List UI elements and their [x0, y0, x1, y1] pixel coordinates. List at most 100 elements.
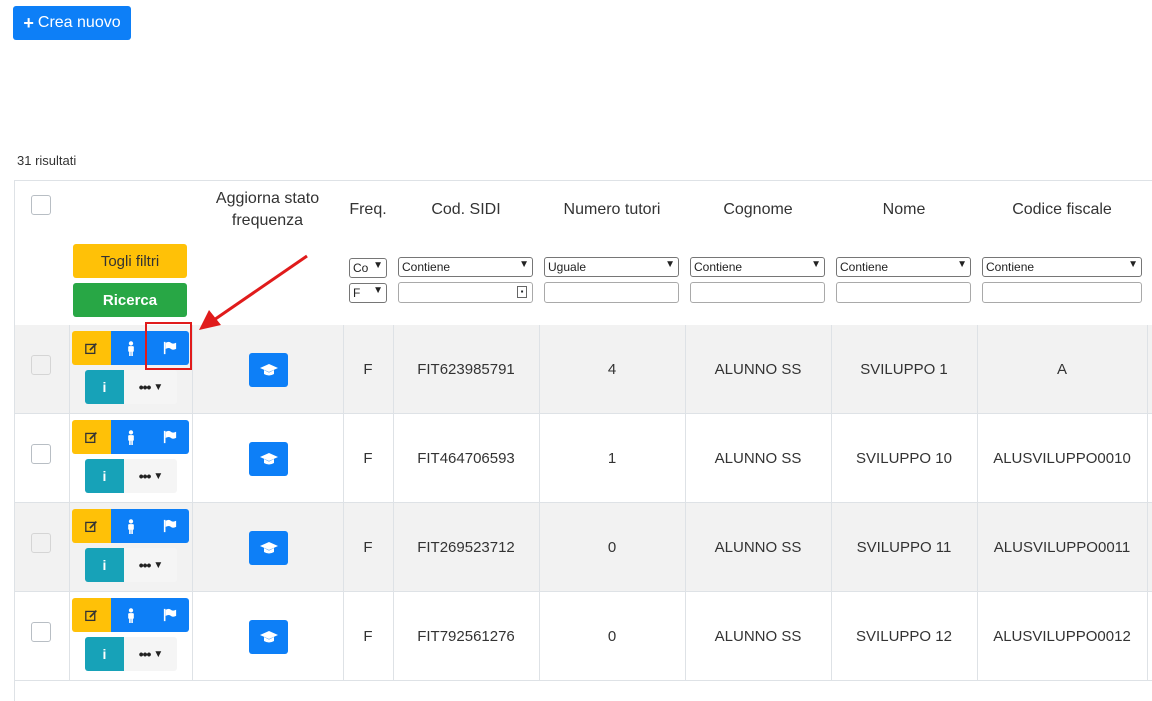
edit-button[interactable] — [72, 420, 111, 454]
update-attendance-button[interactable] — [249, 531, 288, 565]
row-checkbox[interactable] — [31, 533, 51, 553]
create-new-label: Crea nuovo — [37, 14, 121, 31]
student-detail-button[interactable] — [111, 509, 150, 543]
header-freq[interactable]: Freq. — [343, 181, 393, 239]
cell-cognome: ALUNNO SS — [714, 360, 802, 378]
more-actions-dropdown[interactable]: ••• ▼ — [124, 548, 177, 582]
cell-codice-fiscale: ALUSVILUPPO0011 — [993, 538, 1131, 556]
clear-filters-button[interactable]: Togli filtri — [73, 244, 187, 278]
cell-nome: SVILUPPO 12 — [856, 627, 952, 645]
flag-button[interactable] — [150, 598, 189, 632]
edit-button[interactable] — [72, 331, 111, 365]
cell-numero-tutori: 0 — [607, 538, 617, 556]
cell-nome: SVILUPPO 10 — [856, 449, 952, 467]
caret-down-icon: ▼ — [153, 381, 163, 393]
update-attendance-button[interactable] — [249, 353, 288, 387]
cf-operator-value: Contiene — [986, 260, 1035, 274]
graduation-cap-icon — [259, 631, 278, 643]
row-checkbox[interactable] — [31, 355, 51, 375]
cf-operator-select[interactable]: Contiene ▼ — [982, 257, 1142, 277]
flag-button[interactable] — [150, 509, 189, 543]
select-all-checkbox[interactable] — [31, 195, 51, 215]
more-icon: ••• — [138, 646, 152, 662]
cf-filter-input[interactable] — [982, 282, 1142, 303]
flag-icon — [163, 608, 176, 622]
person-icon — [127, 607, 134, 623]
flag-icon — [163, 519, 176, 533]
cognome-filter-input[interactable] — [690, 282, 825, 303]
contact-card-icon[interactable]: ▪ — [517, 286, 527, 298]
edit-button[interactable] — [72, 509, 111, 543]
tutori-operator-select[interactable]: Uguale ▼ — [544, 257, 679, 277]
graduation-cap-icon — [259, 364, 278, 376]
more-actions-dropdown[interactable]: ••• ▼ — [124, 637, 177, 671]
info-icon: i — [102, 646, 107, 662]
update-attendance-button[interactable] — [249, 442, 288, 476]
header-numero-tutori[interactable]: Numero tutori — [539, 181, 685, 239]
freq-operator-select[interactable]: Co ▼ — [349, 258, 387, 278]
cell-cod-sidi: FIT623985791 — [417, 360, 515, 378]
nome-filter-input[interactable] — [836, 282, 971, 303]
nome-operator-select[interactable]: Contiene ▼ — [836, 257, 971, 277]
annotation-highlight-box — [145, 322, 192, 370]
flag-button[interactable] — [150, 420, 189, 454]
more-icon: ••• — [138, 379, 152, 395]
info-button[interactable]: i — [85, 548, 124, 582]
header-cod-sidi[interactable]: Cod. SIDI — [393, 181, 539, 239]
sidi-operator-value: Contiene — [402, 260, 451, 274]
cell-numero-tutori: 1 — [607, 449, 617, 467]
cell-freq: F — [363, 449, 373, 467]
info-icon: i — [102, 379, 107, 395]
cell-numero-tutori: 0 — [607, 627, 617, 645]
more-actions-dropdown[interactable]: ••• ▼ — [124, 370, 177, 404]
person-icon — [127, 340, 134, 356]
chevron-down-icon: ▼ — [665, 259, 675, 270]
sidi-operator-select[interactable]: Contiene ▼ — [398, 257, 533, 277]
info-button[interactable]: i — [85, 459, 124, 493]
sidi-filter-input[interactable]: ▪ — [398, 282, 533, 303]
info-button[interactable]: i — [85, 370, 124, 404]
edit-icon — [85, 342, 97, 354]
header-cognome[interactable]: Cognome — [685, 181, 831, 239]
cell-cod-sidi: FIT269523712 — [417, 538, 515, 556]
students-table: Aggiorna stato frequenza Freq. Cod. SIDI… — [14, 180, 1152, 701]
header-nome[interactable]: Nome — [831, 181, 977, 239]
student-detail-button[interactable] — [111, 420, 150, 454]
caret-down-icon: ▼ — [153, 470, 163, 482]
header-aggiorna[interactable]: Aggiorna stato frequenza — [192, 181, 343, 239]
header-codice-fiscale[interactable]: Codice fiscale — [977, 181, 1147, 239]
cognome-operator-select[interactable]: Contiene ▼ — [690, 257, 825, 277]
chevron-down-icon: ▼ — [811, 259, 821, 270]
info-icon: i — [102, 468, 107, 484]
cell-cod-sidi: FIT792561276 — [417, 627, 515, 645]
cell-cognome: ALUNNO SS — [714, 627, 802, 645]
row-checkbox[interactable] — [31, 444, 51, 464]
table-header: Aggiorna stato frequenza Freq. Cod. SIDI… — [15, 181, 1152, 326]
update-attendance-button[interactable] — [249, 620, 288, 654]
cell-freq: F — [363, 360, 373, 378]
more-icon: ••• — [138, 468, 152, 484]
create-new-button[interactable]: + Crea nuovo — [13, 6, 131, 40]
cell-codice-fiscale: ALUSVILUPPO0010 — [993, 449, 1131, 467]
freq-operator-value: Co — [353, 261, 369, 275]
edit-button[interactable] — [72, 598, 111, 632]
edit-icon — [85, 431, 97, 443]
edit-icon — [85, 609, 97, 621]
chevron-down-icon: ▼ — [1128, 259, 1138, 270]
cell-codice-fiscale: ALUSVILUPPO0012 — [993, 627, 1131, 645]
tutori-filter-input[interactable] — [544, 282, 679, 303]
info-button[interactable]: i — [85, 637, 124, 671]
chevron-down-icon: ▼ — [373, 260, 383, 271]
student-detail-button[interactable] — [111, 598, 150, 632]
caret-down-icon: ▼ — [153, 559, 163, 571]
more-icon: ••• — [138, 557, 152, 573]
cell-nome: SVILUPPO 1 — [860, 360, 948, 378]
search-button[interactable]: Ricerca — [73, 283, 187, 317]
cell-cognome: ALUNNO SS — [714, 449, 802, 467]
cell-cod-sidi: FIT464706593 — [417, 449, 515, 467]
more-actions-dropdown[interactable]: ••• ▼ — [124, 459, 177, 493]
annotation-arrow-icon — [199, 254, 308, 330]
freq-value: F — [353, 286, 361, 300]
row-checkbox[interactable] — [31, 622, 51, 642]
freq-value-select[interactable]: F ▼ — [349, 283, 387, 303]
